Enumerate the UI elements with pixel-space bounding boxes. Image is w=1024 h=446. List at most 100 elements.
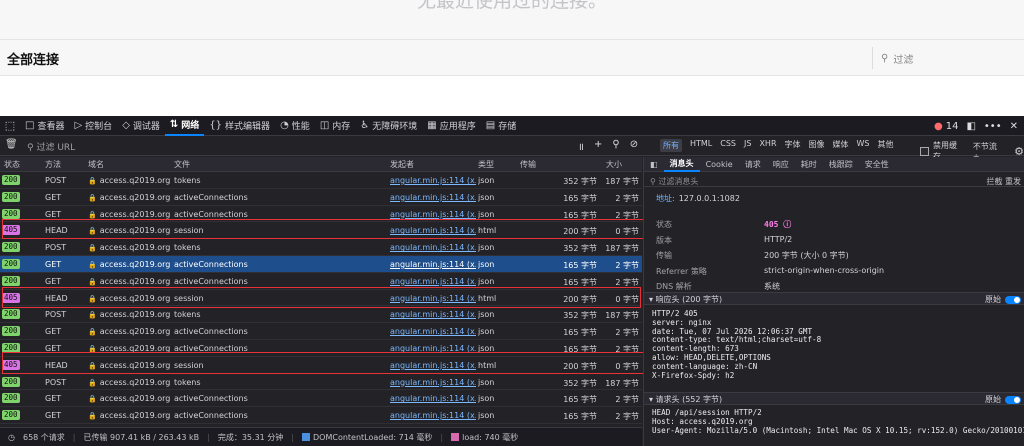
tab-label: 性能 bbox=[291, 122, 310, 132]
close-icon[interactable]: ✕ bbox=[1010, 121, 1018, 132]
tab-4[interactable]: {} 样式编辑器 bbox=[204, 116, 275, 136]
type-filter[interactable]: WS bbox=[857, 139, 870, 152]
tab-8[interactable]: ▦ 应用程序 bbox=[422, 116, 480, 136]
details-tab[interactable]: 耗时 bbox=[795, 159, 823, 170]
col-status[interactable]: 状态 bbox=[4, 159, 20, 170]
block-resend-actions[interactable]: 拦截 重发 bbox=[986, 176, 1021, 187]
cell-initiator[interactable]: angular.min.js:114 (x... bbox=[390, 277, 476, 286]
trash-icon[interactable]: 🗑 bbox=[5, 139, 18, 150]
details-tab[interactable]: 栈跟踪 bbox=[823, 159, 859, 170]
table-row[interactable]: 200 POST 🔒 access.q2019.org tokens angular.mi… bbox=[0, 239, 642, 256]
cell-initiator[interactable]: angular.min.js:114 (x... bbox=[390, 176, 476, 185]
element-picker-icon[interactable]: ⬚ bbox=[0, 119, 20, 132]
cell-initiator[interactable]: angular.min.js:114 (x... bbox=[390, 361, 476, 370]
table-row[interactable]: 200 GET 🔒 access.q2019.org activeConnections… bbox=[0, 273, 642, 290]
request-headers-section[interactable]: ▾ 请求头 (552 字节) 原始 bbox=[644, 392, 1024, 405]
pause-icon[interactable]: ॥ bbox=[578, 139, 584, 153]
cell-initiator[interactable]: angular.min.js:114 (x... bbox=[390, 294, 476, 303]
cell-initiator[interactable]: angular.min.js:114 (x... bbox=[390, 260, 476, 269]
cell-initiator[interactable]: angular.min.js:114 (x... bbox=[390, 310, 476, 319]
load-time: load: 740 毫秒 bbox=[451, 432, 518, 443]
col-transferred[interactable]: 传输 bbox=[520, 159, 536, 170]
cell-initiator[interactable]: angular.min.js:114 (x... bbox=[390, 344, 476, 353]
details-tab[interactable]: 消息头 bbox=[663, 157, 700, 172]
tab-3[interactable]: ⇅ 网络 bbox=[164, 116, 205, 136]
table-row[interactable]: 405 HEAD 🔒 access.q2019.org session angular.m… bbox=[0, 222, 642, 240]
table-row[interactable]: 200 GET 🔒 access.q2019.org activeConnections… bbox=[0, 323, 642, 340]
cell-method: POST bbox=[45, 310, 67, 320]
cell-initiator[interactable]: angular.min.js:114 (x... bbox=[390, 378, 476, 387]
add-icon[interactable]: + bbox=[594, 139, 602, 153]
search-icon[interactable]: ⚲ bbox=[612, 139, 619, 153]
type-filter[interactable]: 图像 bbox=[809, 139, 825, 152]
cell-domain: 🔒 access.q2019.org bbox=[88, 259, 171, 269]
cell-initiator[interactable]: angular.min.js:114 (x... bbox=[390, 243, 476, 252]
disable-cache-checkbox[interactable] bbox=[920, 146, 929, 156]
panel-toggle-icon[interactable]: ◧ bbox=[644, 160, 664, 169]
type-filter[interactable]: CSS bbox=[720, 139, 736, 152]
details-tab[interactable]: 安全性 bbox=[859, 159, 895, 170]
type-filter[interactable]: 其他 bbox=[878, 139, 894, 152]
filter-url-input[interactable]: ⚲ 过滤 URL bbox=[27, 140, 75, 153]
cell-initiator[interactable]: angular.min.js:114 (x... bbox=[390, 394, 476, 403]
details-tab[interactable]: 响应 bbox=[767, 159, 795, 170]
settings-gear-icon[interactable]: ⚙ bbox=[1014, 145, 1024, 158]
block-icon[interactable]: ⊘ bbox=[630, 139, 638, 153]
type-filter[interactable]: 媒体 bbox=[833, 139, 849, 152]
cell-domain: 🔒 access.q2019.org bbox=[88, 226, 171, 236]
table-row[interactable]: 200 POST 🔒 access.q2019.org tokens angular.mi… bbox=[0, 306, 642, 324]
headers-filter[interactable]: ⚲ 过滤消息头 拦截 重发 bbox=[644, 173, 1024, 187]
lock-icon: 🔒 bbox=[88, 311, 97, 320]
col-type[interactable]: 类型 bbox=[478, 159, 494, 170]
details-tab[interactable]: 请求 bbox=[739, 159, 767, 170]
col-file[interactable]: 文件 bbox=[174, 159, 190, 170]
cell-type: json bbox=[478, 259, 495, 269]
cell-size: 2 字节 bbox=[615, 395, 639, 405]
raw-toggle[interactable] bbox=[1005, 295, 1021, 304]
tab-7[interactable]: ♿ 无障碍环境 bbox=[355, 116, 422, 136]
error-count-badge[interactable]: ● 14 bbox=[934, 121, 958, 132]
raw-toggle[interactable] bbox=[1005, 395, 1021, 404]
cell-initiator[interactable]: angular.min.js:114 (x... bbox=[390, 411, 476, 420]
more-menu-icon[interactable]: ••• bbox=[984, 121, 1002, 132]
tab-0[interactable]: □ 查看器 bbox=[20, 116, 69, 136]
table-row[interactable]: 200 GET 🔒 access.q2019.org activeConnections… bbox=[0, 390, 642, 408]
request-headers-label: ▾ 请求头 (552 字节) bbox=[649, 395, 723, 404]
cell-initiator[interactable]: angular.min.js:114 (x... bbox=[390, 327, 476, 336]
cell-initiator[interactable]: angular.min.js:114 (x... bbox=[390, 210, 476, 219]
table-row[interactable]: 405 HEAD 🔒 access.q2019.org session angular.m… bbox=[0, 290, 642, 307]
cell-domain: 🔒 access.q2019.org bbox=[88, 360, 171, 370]
table-row[interactable]: 405 HEAD 🔒 access.q2019.org session angular.m… bbox=[0, 357, 642, 374]
tab-6[interactable]: ◫ 内存 bbox=[315, 116, 355, 136]
cell-initiator[interactable]: angular.min.js:114 (x... bbox=[390, 193, 476, 202]
table-row[interactable]: 200 GET 🔒 access.q2019.org activeConnections… bbox=[0, 255, 642, 273]
table-row[interactable]: 200 GET 🔒 access.q2019.org activeConnections… bbox=[0, 189, 642, 206]
tab-2[interactable]: ◇ 调试器 bbox=[117, 116, 165, 136]
tab-5[interactable]: ◔ 性能 bbox=[275, 116, 315, 136]
type-filter[interactable]: 所有 bbox=[660, 139, 682, 152]
connections-filter-input[interactable]: ⚲ 过滤 bbox=[872, 47, 1018, 69]
dock-icon[interactable]: ◧ bbox=[966, 121, 975, 132]
tab-icon: ▷ bbox=[74, 120, 83, 131]
response-headers-section[interactable]: ▾ 响应头 (200 字节) 原始 bbox=[644, 292, 1024, 305]
table-row[interactable]: 200 GET 🔒 access.q2019.org activeConnections… bbox=[0, 206, 642, 223]
type-filter[interactable]: JS bbox=[744, 139, 751, 152]
tab-1[interactable]: ▷ 控制台 bbox=[69, 116, 117, 136]
type-filter[interactable]: 字体 bbox=[785, 139, 801, 152]
table-row[interactable]: 200 GET 🔒 access.q2019.org activeConnections… bbox=[0, 340, 642, 357]
type-filter[interactable]: XHR bbox=[759, 139, 776, 152]
table-row[interactable]: 200 GET 🔒 access.q2019.org activeConnections… bbox=[0, 407, 642, 424]
col-domain[interactable]: 域名 bbox=[88, 159, 104, 170]
details-tab[interactable]: Cookie bbox=[700, 160, 739, 169]
cell-type: html bbox=[478, 226, 497, 236]
cell-transferred: 165 字节 bbox=[563, 210, 597, 220]
table-row[interactable]: 200 POST 🔒 access.q2019.org tokens angular.mi… bbox=[0, 374, 642, 391]
type-filter[interactable]: HTML bbox=[690, 139, 712, 152]
tab-9[interactable]: ▤ 存储 bbox=[481, 116, 521, 136]
col-initiator[interactable]: 发起者 bbox=[390, 159, 414, 170]
cell-initiator[interactable]: angular.min.js:114 (x... bbox=[390, 226, 476, 235]
col-size[interactable]: 大小 bbox=[606, 159, 622, 170]
network-statusbar: ◷ 658 个请求 | 已传输 907.41 kB / 263.43 kB | … bbox=[0, 427, 642, 446]
col-method[interactable]: 方法 bbox=[45, 159, 61, 170]
table-row[interactable]: 200 POST 🔒 access.q2019.org tokens angular.mi… bbox=[0, 172, 642, 189]
